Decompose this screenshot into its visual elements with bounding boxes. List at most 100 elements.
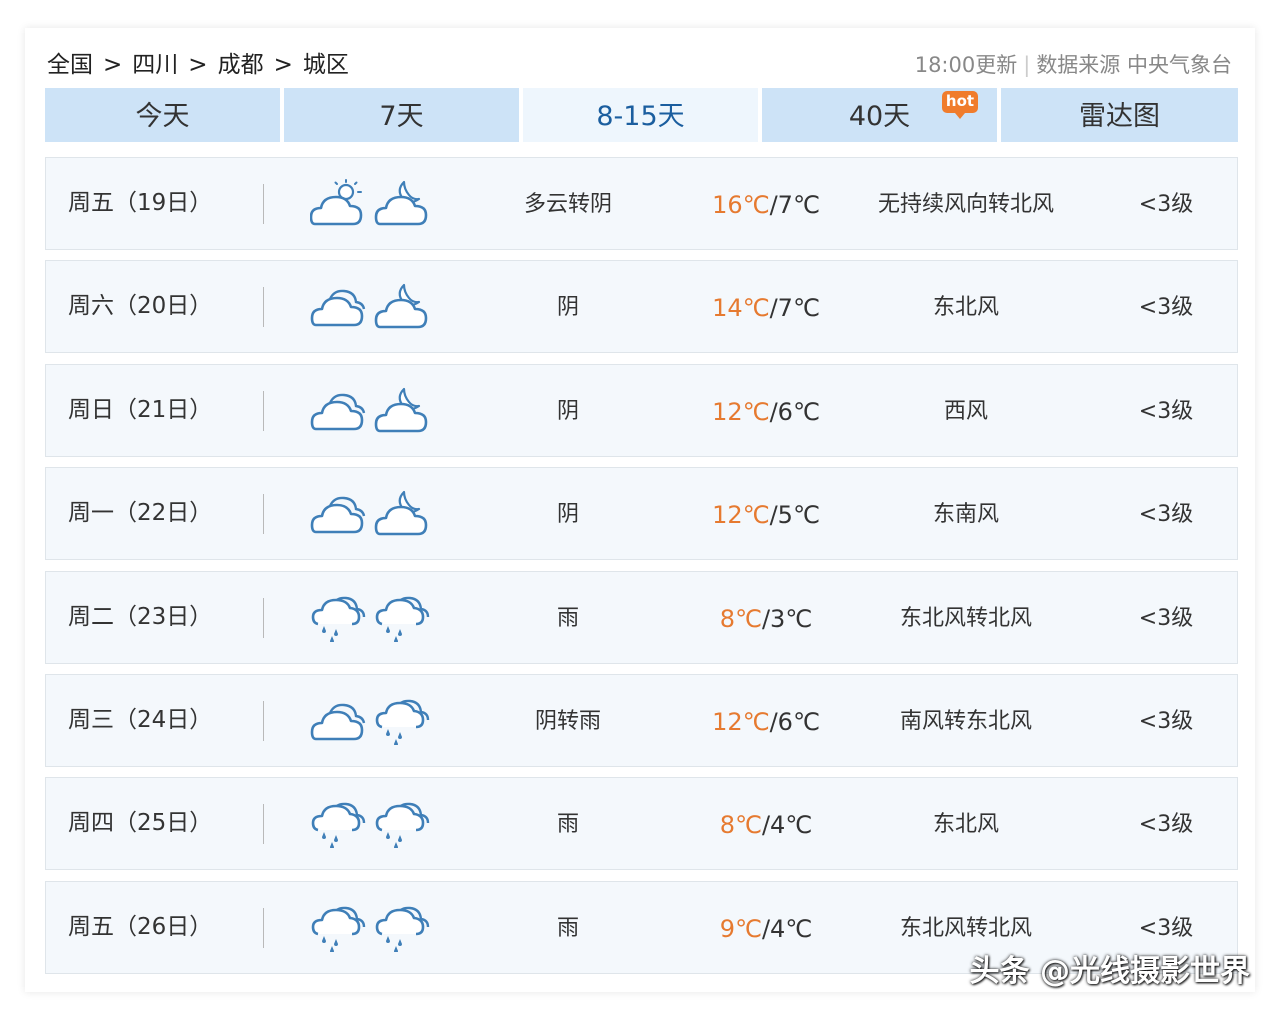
wind-direction: 东北风转北风 (899, 605, 1032, 631)
row-divider (263, 804, 264, 845)
tab-radar[interactable]: 雷达图 (1001, 88, 1238, 142)
forecast-row: 周四（25日） 雨 8℃/4℃ 东北风 <3级 (45, 777, 1238, 871)
high-temperature: 12℃ (712, 501, 770, 530)
forecast-row: 周五（19日） 多云转阴 16℃/7℃ 无持续风向转北风 <3级 (45, 157, 1238, 250)
wind-level: <3级 (1138, 812, 1194, 838)
hot-badge: hot (942, 91, 978, 119)
high-temperature: 16℃ (712, 191, 770, 219)
breadcrumb-separator: > (273, 52, 293, 78)
update-time: 18:00更新 (914, 53, 1018, 77)
wind-direction: 西风 (943, 398, 988, 424)
temperature-range: 12℃/5℃ (666, 468, 866, 559)
forecast-row: 周二（23日） 雨 8℃/3℃ 东北风转北风 <3级 (45, 570, 1238, 664)
low-temperature: /7℃ (769, 294, 820, 323)
high-temperature: 9℃ (719, 914, 762, 943)
breadcrumb-separator: > (188, 52, 208, 78)
rain-icon (310, 902, 366, 953)
cloudy-icon (310, 281, 366, 331)
wind-level: <3级 (1138, 295, 1194, 321)
forecast-day: 周一（22日） (68, 500, 213, 527)
rain-icon (374, 592, 430, 643)
tab-label: 40天 (848, 101, 911, 132)
high-temperature: 8℃ (719, 604, 762, 633)
high-temperature: 8℃ (719, 811, 762, 840)
low-temperature: /7℃ (769, 191, 820, 219)
forecast-row: 周一（22日） 阴 12℃/5℃ 东南风 <3级 (45, 467, 1238, 561)
tab-label: 8-15天 (596, 101, 685, 132)
weather-description: 阴 (556, 295, 579, 321)
tab-8-15-days[interactable]: 8-15天 (523, 88, 758, 142)
tab-label: 今天 (135, 101, 190, 132)
breadcrumb-item-country[interactable]: 全国 (47, 45, 93, 85)
weather-description: 多云转阴 (523, 192, 612, 217)
forecast-row: 周六（20日） 阴 14℃/7℃ 东北风 <3级 (45, 260, 1238, 354)
low-temperature: /3℃ (761, 604, 813, 633)
low-temperature: /5℃ (769, 501, 820, 530)
breadcrumb-separator: > (103, 52, 123, 78)
low-temperature: /6℃ (769, 708, 820, 736)
wind-level: <3级 (1138, 398, 1194, 424)
forecast-day: 周四（25日） (68, 810, 213, 837)
breadcrumb-item-city[interactable]: 成都 (218, 45, 264, 85)
temperature-range: 16℃/7℃ (666, 158, 866, 249)
tab-label: 7天 (379, 101, 424, 132)
wind-direction: 东南风 (932, 502, 999, 528)
cloudy-night-icon (374, 385, 430, 435)
row-divider (263, 390, 264, 431)
cloudy-night-icon (374, 488, 430, 538)
breadcrumb-item-district: 城区 (302, 52, 349, 78)
weather-description: 雨 (556, 915, 579, 941)
temperature-range: 8℃/3℃ (666, 572, 866, 663)
rain-icon (374, 902, 430, 953)
forecast-day: 周二（23日） (68, 603, 213, 630)
forecast-day: 周五（19日） (68, 190, 213, 216)
row-divider (263, 907, 264, 948)
high-temperature: 14℃ (712, 294, 770, 323)
forecast-row: 周日（21日） 阴 12℃/6℃ 西风 <3级 (45, 363, 1238, 457)
rain-icon (310, 592, 366, 643)
rain-icon (374, 798, 430, 850)
wind-level: <3级 (1138, 605, 1194, 631)
forecast-day: 周五（26日） (68, 913, 213, 940)
wind-level: <3级 (1138, 502, 1194, 528)
breadcrumb: 全国 > 四川 > 成都 > 城区 (47, 45, 349, 85)
row-divider (263, 597, 264, 638)
wind-direction: 南风转东北风 (899, 709, 1032, 734)
low-temperature: /6℃ (769, 397, 820, 426)
breadcrumb-item-province[interactable]: 四川 (132, 45, 178, 85)
update-info: 18:00更新 | 数据来源 中央气象台 (915, 45, 1232, 85)
forecast-day: 周日（21日） (68, 396, 213, 423)
temperature-range: 12℃/6℃ (666, 675, 866, 766)
cloudy-night-icon (374, 178, 430, 228)
weather-description: 阴转雨 (534, 709, 601, 734)
forecast-tabs: 今天 7天 8-15天 40天 hot 雷达图 (45, 88, 1238, 142)
temperature-range: 14℃/7℃ (666, 261, 866, 352)
weather-description: 雨 (556, 605, 579, 631)
wind-level: <3级 (1138, 192, 1194, 217)
row-divider (263, 701, 264, 741)
watermark: 头条 @光线摄影世界 (969, 954, 1250, 989)
tab-40-days[interactable]: 40天 hot (762, 88, 997, 142)
low-temperature: /4℃ (761, 914, 813, 943)
wind-direction: 东北风 (932, 812, 999, 838)
weather-description: 阴 (556, 398, 579, 424)
cloudy-icon (310, 488, 366, 538)
info-divider: | (1023, 53, 1031, 77)
row-divider (263, 494, 264, 535)
cloudy-night-icon (374, 281, 430, 331)
forecast-row: 周三（24日） 阴转雨 12℃/6℃ 南风转东北风 <3级 (45, 674, 1238, 767)
top-bar: 全国 > 四川 > 成都 > 城区 18:00更新 | 数据来源 中央气象台 (47, 45, 1232, 85)
temperature-range: 8℃/4℃ (666, 778, 866, 869)
temperature-range: 12℃/6℃ (666, 365, 866, 456)
rain-icon (374, 695, 430, 746)
tab-7-days[interactable]: 7天 (284, 88, 519, 142)
row-divider (263, 184, 264, 224)
cloudy-icon (310, 695, 366, 745)
high-temperature: 12℃ (712, 708, 770, 736)
low-temperature: /4℃ (761, 811, 813, 840)
cloudy-icon (310, 385, 366, 435)
tab-today[interactable]: 今天 (45, 88, 280, 142)
wind-direction: 无持续风向转北风 (877, 192, 1054, 217)
tab-label: 雷达图 (1079, 101, 1160, 132)
forecast-day: 周三（24日） (68, 707, 213, 733)
